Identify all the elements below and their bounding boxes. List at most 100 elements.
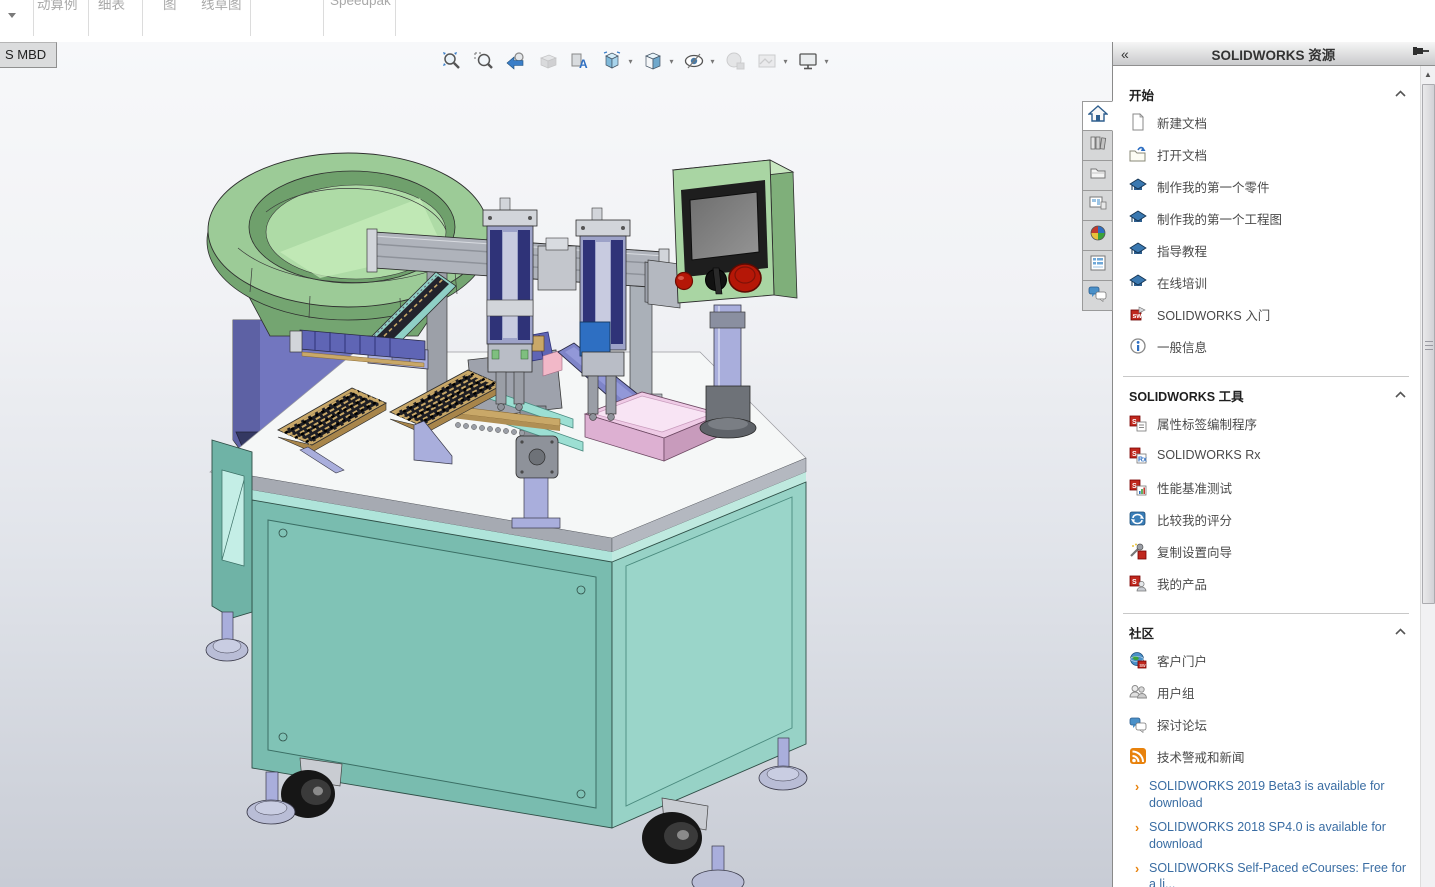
- section-divider: [1123, 376, 1409, 377]
- svg-text:S: S: [1132, 419, 1137, 426]
- item-open-document[interactable]: 打开文档: [1113, 138, 1421, 170]
- scroll-up-icon[interactable]: ▲: [1421, 66, 1435, 82]
- toolbar-separator: [250, 0, 251, 36]
- scrollbar-thumb[interactable]: [1422, 84, 1435, 604]
- ribbon-label[interactable]: 线草图: [201, 0, 242, 13]
- tab-view-palette[interactable]: [1082, 191, 1113, 221]
- section-title: 开始: [1129, 85, 1394, 104]
- tab-forum[interactable]: [1082, 281, 1113, 311]
- svg-text:Rx: Rx: [1138, 457, 1147, 464]
- tab-design-library[interactable]: [1082, 131, 1113, 161]
- task-pane-header: « SOLIDWORKS 资源: [1113, 42, 1435, 66]
- chat-icon: [1088, 284, 1108, 307]
- item-sw-getting-started[interactable]: sw SOLIDWORKS 入门: [1113, 298, 1421, 330]
- tab-file-explorer[interactable]: [1082, 161, 1113, 191]
- compare-scores-icon: [1129, 510, 1147, 528]
- item-user-groups[interactable]: 用户组: [1113, 676, 1421, 708]
- item-new-document[interactable]: 新建文档: [1113, 106, 1421, 138]
- folder-icon: [1089, 164, 1107, 187]
- chevron-up-icon[interactable]: [1394, 623, 1407, 641]
- section-divider: [1123, 613, 1409, 614]
- item-copy-settings-wizard[interactable]: 复制设置向导: [1113, 535, 1421, 567]
- tutorial-cap-icon: [1129, 273, 1147, 291]
- sw-getting-started-icon: sw: [1129, 305, 1147, 323]
- customer-portal-icon: sw: [1129, 651, 1147, 669]
- svg-text:sw: sw: [1133, 313, 1143, 320]
- form-icon: [1089, 254, 1107, 277]
- item-first-part[interactable]: 制作我的第一个零件: [1113, 170, 1421, 202]
- svg-text:sw: sw: [1140, 663, 1147, 669]
- chevron-up-icon[interactable]: [1394, 85, 1407, 103]
- item-compare-scores[interactable]: 比较我的评分: [1113, 503, 1421, 535]
- section-header-community: 社区: [1113, 620, 1421, 644]
- task-pane-title: SOLIDWORKS 资源: [1137, 44, 1410, 64]
- property-tab-builder-icon: S: [1129, 414, 1147, 432]
- ribbon-label[interactable]: 动算例: [37, 0, 78, 13]
- item-performance-benchmark[interactable]: S 性能基准测试: [1113, 471, 1421, 503]
- toolbar-separator: [323, 0, 324, 36]
- color-ball-icon: [1089, 224, 1107, 247]
- tutorial-cap-icon: [1129, 209, 1147, 227]
- tutorial-cap-icon: [1129, 241, 1147, 259]
- toolbar-separator: [395, 0, 396, 36]
- home-icon: [1088, 105, 1108, 128]
- tutorial-cap-icon: [1129, 177, 1147, 195]
- copy-settings-wizard-icon: [1129, 542, 1147, 560]
- ribbon-label[interactable]: 图: [163, 0, 177, 13]
- tab-solidworks-resources[interactable]: [1082, 101, 1113, 131]
- svg-text:S: S: [1132, 451, 1137, 458]
- push-pin-icon[interactable]: [1410, 44, 1435, 63]
- item-tutorials[interactable]: 指导教程: [1113, 234, 1421, 266]
- item-first-drawing[interactable]: 制作我的第一个工程图: [1113, 202, 1421, 234]
- model-3d-assembly: [0, 42, 1112, 887]
- task-pane-tab-strip: [1082, 101, 1113, 311]
- user-groups-icon: [1129, 683, 1147, 701]
- section-header-tools: SOLIDWORKS 工具: [1113, 383, 1421, 407]
- news-link[interactable]: › SOLIDWORKS 2018 SP4.0 is available for…: [1135, 819, 1415, 853]
- chevron-up-icon[interactable]: [1394, 386, 1407, 404]
- top-toolbar: 动算例 细表 图 线草图 Speedpak: [0, 0, 1435, 42]
- ribbon-label[interactable]: Speedpak: [330, 0, 391, 8]
- books-icon: [1089, 134, 1107, 157]
- chevron-down-icon[interactable]: [8, 13, 16, 18]
- open-document-icon: [1129, 145, 1147, 163]
- collapse-pane-icon[interactable]: «: [1113, 46, 1137, 62]
- section-title: 社区: [1129, 623, 1394, 642]
- task-pane: « SOLIDWORKS 资源: [1112, 42, 1435, 887]
- ribbon-label[interactable]: 细表: [98, 0, 125, 13]
- toolbar-separator: [142, 0, 143, 36]
- discussion-forum-icon: [1129, 715, 1147, 733]
- item-general-info[interactable]: 一般信息: [1113, 330, 1421, 362]
- item-discussion-forum[interactable]: 探讨论坛: [1113, 708, 1421, 740]
- task-pane-body: 开始 新建文档 打开文档 制作我的第一个零件 制作我的第一个工程图: [1113, 66, 1421, 887]
- item-tech-alerts-news[interactable]: 技术警戒和新闻: [1113, 740, 1421, 772]
- item-customer-portal[interactable]: sw 客户门户: [1113, 644, 1421, 676]
- news-bullet-icon: ›: [1135, 861, 1139, 878]
- task-pane-scrollbar[interactable]: ▲: [1420, 66, 1435, 887]
- section-header-start: 开始: [1113, 82, 1421, 106]
- news-link[interactable]: › SOLIDWORKS 2019 Beta3 is available for…: [1135, 778, 1415, 812]
- news-bullet-icon: ›: [1135, 820, 1139, 837]
- section-title: SOLIDWORKS 工具: [1129, 386, 1394, 405]
- benchmark-icon: S: [1129, 478, 1147, 496]
- item-solidworks-rx[interactable]: SRx SOLIDWORKS Rx: [1113, 439, 1421, 471]
- new-document-icon: [1129, 113, 1147, 131]
- model-control-panel: [648, 160, 797, 308]
- news-link[interactable]: › SOLIDWORKS Self-Paced eCourses: Free f…: [1135, 860, 1415, 887]
- sw-rx-icon: SRx: [1129, 446, 1147, 464]
- tab-custom-properties[interactable]: [1082, 251, 1113, 281]
- item-my-products[interactable]: S 我的产品: [1113, 567, 1421, 599]
- my-products-icon: S: [1129, 574, 1147, 592]
- rss-icon: [1129, 747, 1147, 765]
- news-bullet-icon: ›: [1135, 779, 1139, 796]
- tab-appearances-scenes[interactable]: [1082, 221, 1113, 251]
- svg-text:S: S: [1132, 483, 1137, 490]
- info-icon: [1129, 337, 1147, 355]
- palette-icon: [1089, 194, 1107, 217]
- svg-text:S: S: [1132, 579, 1137, 586]
- item-online-training[interactable]: 在线培训: [1113, 266, 1421, 298]
- item-property-tab-builder[interactable]: S 属性标签编制程序: [1113, 407, 1421, 439]
- news-feed: › SOLIDWORKS 2019 Beta3 is available for…: [1113, 772, 1421, 887]
- toolbar-separator: [33, 0, 34, 36]
- graphics-viewport[interactable]: S MBD A ▾ ▾ ▾ ▾ ▾: [0, 42, 1112, 887]
